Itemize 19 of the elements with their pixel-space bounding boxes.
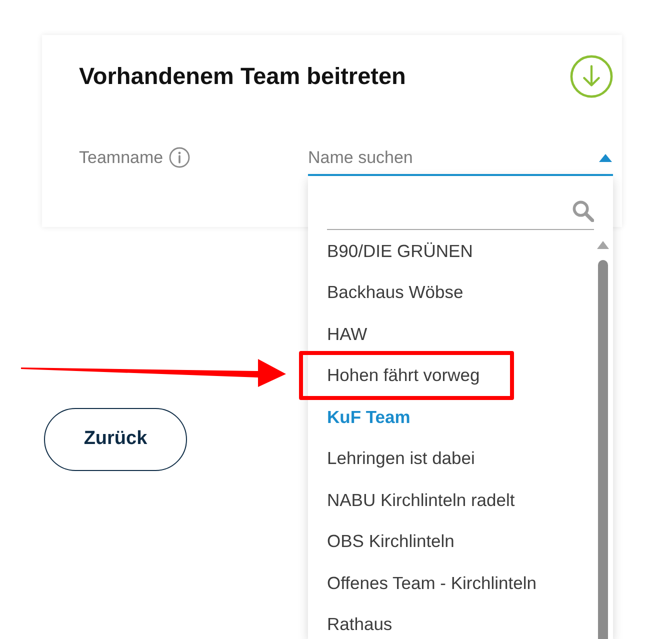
dropdown-option[interactable]: Lehringen ist dabei (327, 438, 598, 479)
search-icon[interactable] (572, 200, 594, 222)
dropdown-option[interactable]: OBS Kirchlinteln (327, 520, 598, 562)
dropdown-option[interactable]: B90/DIE GRÜNEN (327, 230, 598, 272)
dropdown-option[interactable]: KuF Team (327, 396, 598, 438)
dropdown-option[interactable]: Hohen fährt vorweg (327, 354, 598, 396)
scroll-up-icon[interactable] (597, 241, 609, 249)
dropdown-option[interactable]: NABU Kirchlinteln radelt (327, 479, 598, 520)
download-icon[interactable] (570, 55, 613, 98)
card-title: Vorhandenem Team beitreten (79, 62, 406, 91)
info-icon[interactable] (169, 147, 190, 168)
back-button[interactable]: Zurück (44, 408, 187, 471)
dropdown-option[interactable]: Backhaus Wöbse (327, 272, 598, 313)
scrollbar-thumb[interactable] (598, 260, 608, 639)
dropdown-option[interactable]: HAW (327, 313, 598, 354)
dropdown-option[interactable]: Offenes Team - Kirchlinteln (327, 562, 598, 604)
dropdown-option[interactable]: Rathaus (327, 604, 598, 639)
field-label: Teamname (79, 147, 164, 169)
caret-icon[interactable] (599, 154, 612, 162)
